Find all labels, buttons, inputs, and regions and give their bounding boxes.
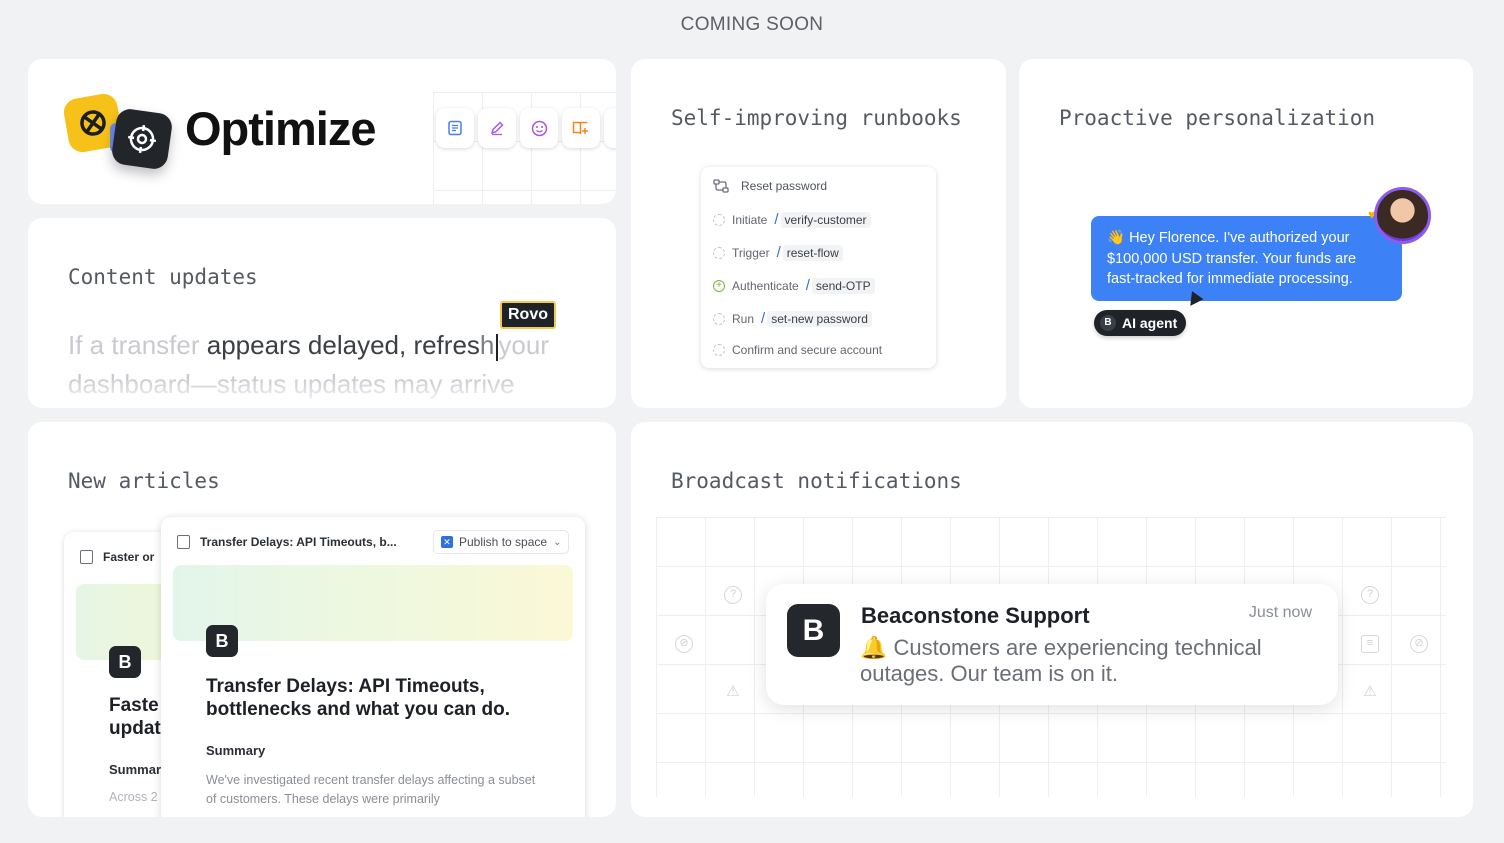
publish-label: Publish to space [459, 535, 548, 549]
notification-sender: Beaconstone Support [861, 603, 1090, 628]
pending-circle-icon [713, 213, 725, 226]
broadcast-title: Broadcast notifications [671, 469, 962, 493]
step-command: reset-flow [782, 244, 843, 261]
more-tools[interactable] [604, 108, 616, 148]
help-icon: ? [724, 586, 742, 604]
document-icon[interactable] [436, 108, 474, 148]
chat-bubble: 👋 Hey Florence. I've authorized your $10… [1091, 216, 1402, 301]
text-faded: If a transfer [68, 330, 207, 360]
article-back-header: Faster or [80, 550, 154, 564]
avatar [1374, 187, 1431, 244]
beacon-logo-icon: B [787, 604, 840, 657]
chat-icon: ≡ [1361, 635, 1379, 653]
personalization-title: Proactive personalization [1059, 106, 1376, 130]
pending-circle-icon [713, 344, 725, 356]
runbook-heading-label: Reset password [741, 179, 828, 193]
beacon-logo-icon: B [206, 625, 238, 657]
step-label: Run [732, 311, 755, 326]
articles-title: New articles [68, 469, 220, 493]
broadcast-card: Broadcast notifications ? ⊘ ⚠ ? ≡ ⊘ ⚠ B … [631, 422, 1473, 817]
step-label: Trigger [732, 245, 770, 260]
notification-toast[interactable]: B Beaconstone Support Just now 🔔 Custome… [766, 584, 1338, 705]
pending-circle-icon [713, 246, 725, 259]
optimize-title: Optimize [185, 102, 376, 155]
notification-message: 🔔 Customers are experiencing technical o… [860, 635, 1262, 686]
slash-icon: / [805, 277, 810, 294]
runbooks-card: Self-improving runbooks Reset password I… [631, 59, 1006, 408]
article-header: Transfer Delays: API Timeouts, b... [177, 535, 397, 549]
step-command: verify-customer [780, 211, 871, 228]
help-icon: ? [1361, 586, 1379, 604]
content-updates-title: Content updates [68, 265, 258, 289]
step-label: Confirm and secure account [732, 343, 883, 357]
step-command: send-OTP [811, 277, 875, 294]
document-icon [80, 550, 93, 564]
runbook-step[interactable]: + Authenticate / send-OTP [713, 277, 875, 294]
optimize-card: Optimize [28, 59, 616, 204]
chevron-down-icon: ⌄ [553, 536, 562, 548]
add-circle-icon: + [713, 279, 725, 292]
ai-agent-tag: B AI agent [1094, 310, 1187, 336]
article-back-body: Across 2 [109, 790, 158, 804]
article-header-label: Transfer Delays: API Timeouts, b... [200, 535, 397, 549]
pencil-icon[interactable] [478, 108, 516, 148]
runbook-panel: Reset password Initiate / verify-custome… [701, 167, 936, 368]
text-cursor-char: h [479, 330, 495, 360]
text-highlighted: appears delayed, refres [206, 330, 480, 360]
article-back-header-label: Faster or [103, 550, 155, 564]
fade-overlay [28, 378, 616, 408]
article-title: Transfer Delays: API Timeouts, bottlenec… [206, 676, 511, 720]
runbook-step[interactable]: Confirm and secure account [713, 343, 882, 357]
personalization-card: Proactive personalization 👋 Hey Florence… [1019, 59, 1473, 408]
articles-card: New articles Faster or B Faste updat Sum… [28, 422, 616, 817]
space-icon: ✕ [441, 536, 453, 548]
beacon-logo-icon: B [109, 646, 141, 678]
article-back-summary: Summar [109, 762, 162, 777]
runbook-step[interactable]: Trigger / reset-flow [713, 244, 843, 261]
book-add-icon[interactable] [562, 108, 600, 148]
slash-icon: / [776, 244, 781, 261]
article-card-back[interactable]: Faster or B Faste updat Summar Across 2 [64, 532, 174, 817]
notification-time: Just now [1248, 604, 1312, 621]
block-icon: ⊘ [1410, 635, 1428, 653]
step-label: Initiate [732, 212, 768, 227]
runbook-step[interactable]: Initiate / verify-customer [713, 211, 871, 228]
ai-agent-label: AI agent [1122, 315, 1178, 331]
pending-circle-icon [713, 312, 725, 325]
article-summary-text: We've investigated recent transfer delay… [206, 773, 536, 806]
warning-icon: ⚠ [1363, 683, 1377, 700]
step-label: Authenticate [732, 278, 799, 293]
warning-icon: ⚠ [726, 683, 740, 700]
smiley-icon[interactable] [520, 108, 558, 148]
optimize-logo [61, 91, 174, 173]
toolbar [433, 92, 616, 204]
target-icon [110, 107, 174, 171]
document-icon [177, 535, 190, 549]
content-updates-card: Content updates If a transfer appears de… [28, 218, 616, 408]
slash-icon: / [761, 310, 766, 327]
slash-icon: / [774, 211, 779, 228]
runbook-heading: Reset password [713, 179, 827, 193]
publish-to-space-button[interactable]: ✕ Publish to space ⌄ [433, 530, 570, 554]
article-summary-label: Summary [206, 743, 266, 758]
runbook-step[interactable]: Run / set-new password [713, 310, 872, 327]
article-back-title: Faste updat [109, 695, 161, 739]
step-command: set-new password [767, 310, 872, 327]
article-card-front[interactable]: Transfer Delays: API Timeouts, b... ✕ Pu… [161, 517, 585, 817]
runbooks-title: Self-improving runbooks [671, 106, 962, 130]
flow-icon [713, 179, 729, 193]
rovo-cursor-tag: Rovo [500, 301, 556, 329]
page-title: COMING SOON [680, 14, 824, 35]
block-icon: ⊘ [675, 635, 693, 653]
beacon-logo-icon: B [1100, 315, 1116, 331]
